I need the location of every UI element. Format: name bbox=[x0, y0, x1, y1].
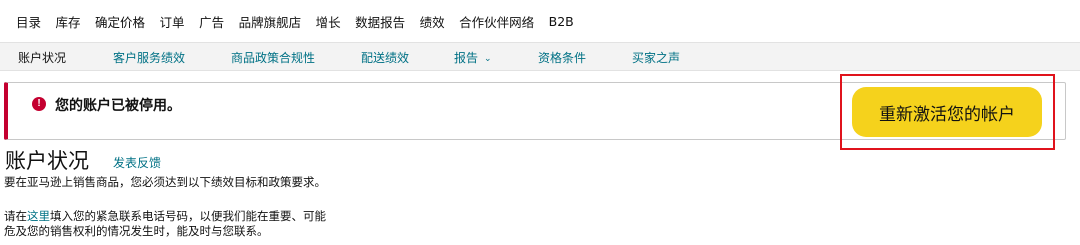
nav-reports[interactable]: 数据报告 bbox=[355, 12, 405, 31]
nav-brand-store[interactable]: 品牌旗舰店 bbox=[239, 12, 302, 31]
page-title: 账户状况 bbox=[5, 149, 89, 173]
feedback-link[interactable]: 发表反馈 bbox=[113, 154, 161, 171]
nav-growth[interactable]: 增长 bbox=[316, 12, 341, 31]
nav-partner-network[interactable]: 合作伙伴网络 bbox=[459, 12, 534, 31]
tab-shipping-performance[interactable]: 配送绩效 bbox=[361, 49, 409, 66]
nav-b2b[interactable]: B2B bbox=[549, 14, 574, 29]
tab-reports-dropdown[interactable]: 报告 ⌄ bbox=[454, 49, 492, 66]
para2-suffix: 填入您的紧急联系电话号码，以便我们能在重要、可能危及您的销售权利的情况发生时，能… bbox=[4, 209, 326, 238]
alert-exclamation-icon: ! bbox=[32, 97, 46, 111]
top-navigation: 目录 库存 确定价格 订单 广告 品牌旗舰店 增长 数据报告 绩效 合作伙伴网络… bbox=[0, 0, 1080, 42]
nav-catalog[interactable]: 目录 bbox=[16, 12, 41, 31]
nav-performance[interactable]: 绩效 bbox=[420, 12, 445, 31]
para2-prefix: 请在 bbox=[4, 209, 27, 223]
tab-eligibility[interactable]: 资格条件 bbox=[538, 49, 586, 66]
nav-orders[interactable]: 订单 bbox=[160, 12, 185, 31]
nav-advertising[interactable]: 广告 bbox=[199, 12, 224, 31]
tab-account-health[interactable]: 账户状况 bbox=[18, 49, 66, 66]
intro-paragraph: 要在亚马逊上销售商品，您必须达到以下绩效目标和政策要求。 bbox=[4, 175, 326, 189]
nav-pricing[interactable]: 确定价格 bbox=[95, 12, 145, 31]
emergency-contact-paragraph: 请在这里填入您的紧急联系电话号码，以便我们能在重要、可能危及您的销售权利的情况发… bbox=[4, 209, 334, 239]
tab-voice-of-customer[interactable]: 买家之声 bbox=[632, 49, 680, 66]
here-link[interactable]: 这里 bbox=[27, 209, 50, 223]
chevron-down-icon: ⌄ bbox=[484, 54, 492, 64]
tab-reports-label: 报告 bbox=[454, 51, 479, 65]
tab-customer-service-performance[interactable]: 客户服务绩效 bbox=[113, 49, 185, 66]
reactivate-account-button[interactable]: 重新激活您的帐户 bbox=[852, 87, 1042, 137]
sub-navigation: 账户状况 客户服务绩效 商品政策合规性 配送绩效 报告 ⌄ 资格条件 买家之声 bbox=[0, 42, 1080, 71]
alert-message: 您的账户已被停用。 bbox=[55, 98, 181, 114]
tab-product-policy-compliance[interactable]: 商品政策合规性 bbox=[231, 49, 315, 66]
nav-inventory[interactable]: 库存 bbox=[56, 12, 81, 31]
